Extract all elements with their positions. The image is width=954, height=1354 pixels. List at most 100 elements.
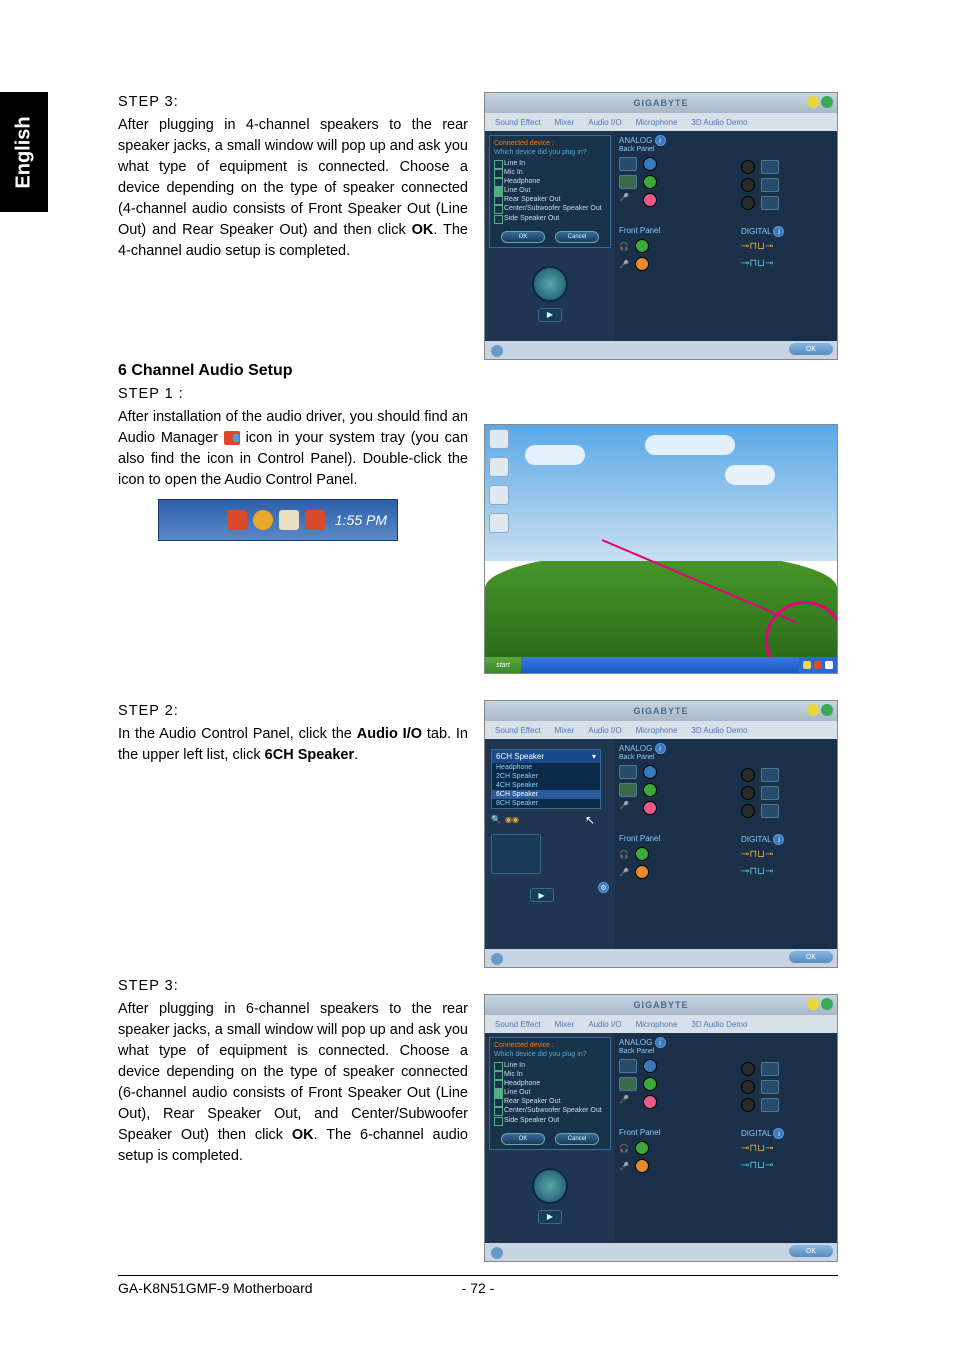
popup-cancel-button[interactable]: Cancel bbox=[555, 231, 599, 243]
jack-pink[interactable] bbox=[643, 193, 657, 207]
tab-mixer[interactable]: Mixer bbox=[555, 118, 575, 127]
tab-mixer[interactable]: Mixer bbox=[555, 1020, 575, 1029]
tab-microphone[interactable]: Microphone bbox=[636, 118, 678, 127]
info-icon[interactable]: i bbox=[655, 743, 666, 754]
tab-mixer[interactable]: Mixer bbox=[555, 726, 575, 735]
jack-black2[interactable] bbox=[741, 1080, 755, 1094]
tab-audio-io[interactable]: Audio I/O bbox=[588, 118, 621, 127]
jack-black3[interactable] bbox=[741, 1098, 755, 1112]
popup-cancel-button[interactable]: Cancel bbox=[555, 1133, 599, 1145]
magnify-icon[interactable]: 🔍 bbox=[491, 815, 501, 824]
speaker-icon bbox=[761, 786, 779, 800]
dd-option-8ch[interactable]: 8CH Speaker bbox=[492, 799, 600, 808]
device-rear[interactable]: Rear Speaker Out bbox=[494, 1097, 606, 1106]
shot-titlebar: GIGABYTE bbox=[485, 701, 837, 721]
front-jack-green[interactable] bbox=[635, 1141, 649, 1155]
jack-blue[interactable] bbox=[643, 1059, 657, 1073]
tray-icon[interactable] bbox=[803, 661, 811, 669]
shot-ok-button[interactable]: OK bbox=[789, 343, 833, 355]
info-icon[interactable]: i bbox=[655, 1037, 666, 1048]
minimize-icon[interactable] bbox=[807, 998, 819, 1010]
jack-blue[interactable] bbox=[643, 765, 657, 779]
front-jack-orange[interactable] bbox=[635, 257, 649, 271]
minimize-icon[interactable] bbox=[807, 704, 819, 716]
jack-blue[interactable] bbox=[643, 157, 657, 171]
jack-pink[interactable] bbox=[643, 1095, 657, 1109]
device-rear[interactable]: Rear Speaker Out bbox=[494, 195, 606, 204]
device-lineout[interactable]: Line Out bbox=[494, 186, 606, 195]
dd-option-6ch[interactable]: 6CH Speaker bbox=[492, 790, 600, 799]
device-micin[interactable]: Mic In bbox=[494, 168, 606, 177]
tray-icon[interactable] bbox=[814, 661, 822, 669]
info-icon[interactable]: i bbox=[773, 834, 784, 845]
desktop-icon[interactable] bbox=[489, 429, 509, 449]
dd-option-2ch[interactable]: 2CH Speaker bbox=[492, 772, 600, 781]
tab-microphone[interactable]: Microphone bbox=[636, 1020, 678, 1029]
language-tab: English bbox=[0, 92, 48, 212]
dd-option-4ch[interactable]: 4CH Speaker bbox=[492, 781, 600, 790]
device-headphone[interactable]: Headphone bbox=[494, 177, 606, 186]
dd-option-headphone[interactable]: Headphone bbox=[492, 763, 600, 772]
jack-orange[interactable] bbox=[741, 178, 755, 192]
device-lineout[interactable]: Line Out bbox=[494, 1088, 606, 1097]
desktop-icon[interactable] bbox=[489, 513, 509, 533]
play-button[interactable]: ▶ bbox=[530, 888, 554, 902]
volume-knob[interactable]: ▶ bbox=[520, 266, 580, 326]
tab-audio-io[interactable]: Audio I/O bbox=[588, 726, 621, 735]
jack-black[interactable] bbox=[741, 1062, 755, 1076]
shot-ok-button[interactable]: OK bbox=[789, 1245, 833, 1257]
jack-green[interactable] bbox=[643, 783, 657, 797]
tab-3d-audio[interactable]: 3D Audio Demo bbox=[691, 726, 747, 735]
info-icon[interactable]: i bbox=[655, 135, 666, 146]
jack-black[interactable] bbox=[741, 160, 755, 174]
close-icon[interactable] bbox=[821, 704, 833, 716]
device-linein[interactable]: Line In bbox=[494, 1061, 606, 1070]
front-jack-orange[interactable] bbox=[635, 865, 649, 879]
gear-icon[interactable] bbox=[491, 1247, 503, 1259]
desktop-icon[interactable] bbox=[489, 485, 509, 505]
speaker-config-dropdown[interactable]: 6CH Speaker▾ Headphone 2CH Speaker 4CH S… bbox=[491, 749, 601, 809]
tab-sound-effect[interactable]: Sound Effect bbox=[495, 726, 541, 735]
popup-ok-button[interactable]: OK bbox=[501, 231, 545, 243]
start-button[interactable]: start bbox=[485, 657, 521, 673]
device-center[interactable]: Center/Subwoofer Speaker Out bbox=[494, 1106, 606, 1115]
device-headphone[interactable]: Headphone bbox=[494, 1079, 606, 1088]
info-icon[interactable]: i bbox=[773, 1128, 784, 1139]
tray-icon[interactable] bbox=[825, 661, 833, 669]
speaker-layout-icon: ◉◉ bbox=[505, 815, 519, 824]
jack-black3[interactable] bbox=[741, 804, 755, 818]
jack-black[interactable] bbox=[741, 768, 755, 782]
jack-grey[interactable] bbox=[741, 196, 755, 210]
jack-black2[interactable] bbox=[741, 786, 755, 800]
device-linein[interactable]: Line In bbox=[494, 159, 606, 168]
close-icon[interactable] bbox=[821, 96, 833, 108]
tab-audio-io[interactable]: Audio I/O bbox=[588, 1020, 621, 1029]
info-icon[interactable]: i bbox=[773, 226, 784, 237]
jack-green[interactable] bbox=[643, 175, 657, 189]
close-icon[interactable] bbox=[821, 998, 833, 1010]
jack-pink[interactable] bbox=[643, 801, 657, 815]
minimize-icon[interactable] bbox=[807, 96, 819, 108]
gear-icon[interactable] bbox=[491, 345, 503, 357]
volume-knob[interactable]: ▶ bbox=[520, 1168, 580, 1228]
desktop-icon[interactable] bbox=[489, 457, 509, 477]
tab-sound-effect[interactable]: Sound Effect bbox=[495, 118, 541, 127]
device-center[interactable]: Center/Subwoofer Speaker Out bbox=[494, 204, 606, 213]
play-button[interactable]: ▶ bbox=[538, 308, 562, 322]
front-jack-orange[interactable] bbox=[635, 1159, 649, 1173]
tab-microphone[interactable]: Microphone bbox=[636, 726, 678, 735]
tab-3d-audio[interactable]: 3D Audio Demo bbox=[691, 118, 747, 127]
play-button[interactable]: ▶ bbox=[538, 1210, 562, 1224]
tab-sound-effect[interactable]: Sound Effect bbox=[495, 1020, 541, 1029]
gear-icon[interactable] bbox=[491, 953, 503, 965]
tab-3d-audio[interactable]: 3D Audio Demo bbox=[691, 1020, 747, 1029]
front-jack-green[interactable] bbox=[635, 847, 649, 861]
device-side[interactable]: Side Speaker Out bbox=[494, 214, 606, 223]
device-micin[interactable]: Mic In bbox=[494, 1070, 606, 1079]
front-jack-green[interactable] bbox=[635, 239, 649, 253]
jack-green[interactable] bbox=[643, 1077, 657, 1091]
device-side[interactable]: Side Speaker Out bbox=[494, 1116, 606, 1125]
popup-ok-button[interactable]: OK bbox=[501, 1133, 545, 1145]
settings-icon[interactable]: ⚙ bbox=[598, 882, 609, 893]
shot-ok-button[interactable]: OK bbox=[789, 951, 833, 963]
